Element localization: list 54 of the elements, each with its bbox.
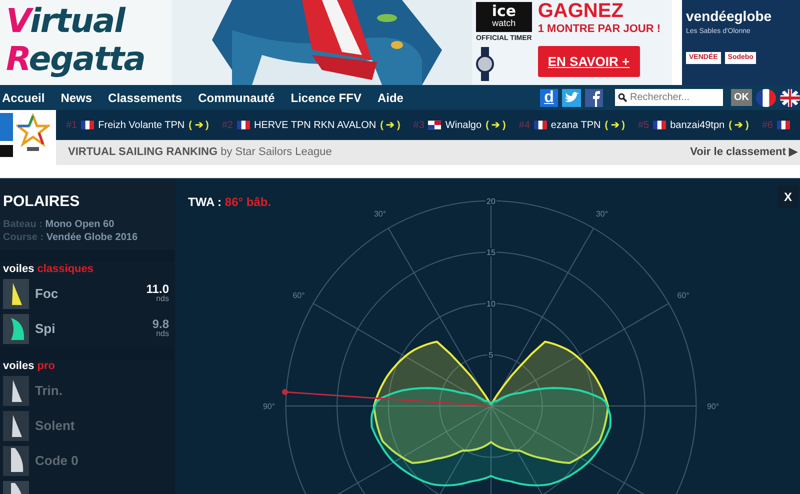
sailor-name: Winalgo: [445, 118, 482, 132]
rank-number: #2: [222, 118, 233, 132]
angle-label: 60°: [677, 291, 690, 300]
axis-label: 5: [488, 350, 494, 360]
angle-label: 30°: [596, 210, 608, 219]
nav-link[interactable]: Accueil: [2, 88, 45, 106]
nav-link[interactable]: Licence FFV: [290, 88, 362, 106]
sailor-name: ezana TPN: [550, 118, 601, 132]
angle-label: 30°: [374, 210, 386, 219]
rank-number: #4: [518, 118, 530, 132]
rank-number: #3: [413, 118, 424, 132]
twa-readout: TWA : 86° bâb.: [188, 194, 272, 211]
video-site-icon[interactable]: d: [540, 88, 558, 106]
rank-number: #6: [762, 118, 773, 132]
sailor-name: banzai49tpn: [670, 118, 725, 132]
sailor-name: HERVE TPN RKN AVALON: [254, 118, 376, 132]
panel-title: POLAIRES: [3, 192, 81, 212]
section-heading: voiles pro: [3, 358, 56, 372]
speed-value: 9.8: [152, 319, 169, 329]
arrow-link[interactable]: ( ➔ ): [728, 118, 749, 132]
learn-more-button[interactable]: EN SAVOIR +: [538, 46, 640, 77]
ad-subline: 1 MONTRE PAR JOUR !: [538, 22, 661, 37]
sail-name[interactable]: Spi: [35, 319, 152, 339]
arrow-link[interactable]: ( ➔ ): [380, 118, 400, 132]
logo-text: Virtual: [6, 2, 126, 40]
nav-link[interactable]: Classements: [108, 88, 182, 106]
search-bar[interactable]: Rechercher...: [615, 89, 723, 106]
ranking-link[interactable]: Voir le classement ▶: [690, 144, 797, 161]
arrow-link[interactable]: ( ➔ ): [604, 118, 625, 132]
axis-label: 10: [486, 299, 496, 308]
axis-label: 20: [486, 196, 496, 206]
nav-link[interactable]: Communauté: [198, 88, 275, 106]
angle-label: 90°: [262, 402, 276, 411]
ad-headline: GAGNEZ: [538, 1, 624, 21]
angle-label: 60°: [292, 291, 305, 300]
rank-number: #5: [638, 118, 650, 132]
arrow-link[interactable]: ( ➔ ): [486, 118, 506, 132]
rank-number: #1: [66, 118, 78, 132]
unit-label: nds: [155, 294, 169, 304]
ok-button[interactable]: OK: [731, 89, 752, 106]
brand-logo: ice watch: [476, 2, 532, 32]
angle-label: 90°: [706, 402, 720, 411]
arrow-link[interactable]: ( ➔ ): [188, 118, 209, 132]
sail-name[interactable]: Foc: [35, 284, 146, 304]
axis-label: 15: [486, 248, 496, 258]
close-button[interactable]: X: [778, 186, 798, 208]
speed-value: 11.0: [146, 284, 169, 294]
nav-link[interactable]: Aide: [377, 88, 404, 106]
logo-text: Regatta: [6, 40, 146, 78]
section-heading: voiles classiques: [3, 262, 95, 276]
nav-link[interactable]: News: [60, 88, 92, 106]
unit-label: nds: [155, 329, 169, 339]
sailor-name: Freizh Volante TPN: [98, 118, 185, 132]
ranking-title: VIRTUAL SAILING RANKING by Star Sailors League: [68, 145, 332, 160]
